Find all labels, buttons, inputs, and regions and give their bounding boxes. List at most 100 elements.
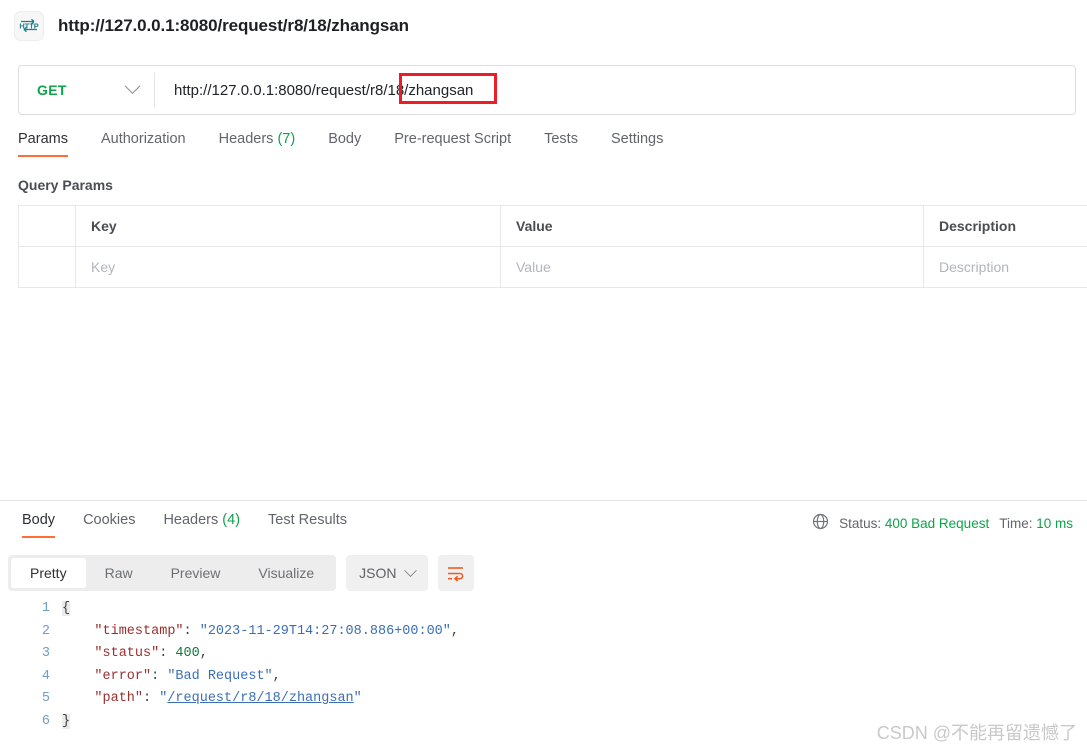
tab-pre-request-script[interactable]: Pre-request Script [394, 131, 528, 157]
code-token-num: 400 [175, 646, 200, 662]
code-line: "timestamp": "2023-11-29T14:27:08.886+00… [62, 621, 1087, 644]
page-title: http://127.0.0.1:8080/request/r8/18/zhan… [58, 16, 409, 35]
segment-label: Raw [104, 565, 133, 581]
url-input[interactable]: http://127.0.0.1:8080/request/r8/18/zhan… [155, 82, 1075, 99]
tab-label: Pre-request Script [394, 131, 512, 147]
code-token-str: "Bad Request" [167, 668, 273, 684]
code-token-key: "status" [94, 646, 160, 662]
column-header-description: Description [939, 218, 1017, 234]
code-token-punct: : [143, 691, 160, 707]
tab-params[interactable]: Params [18, 131, 85, 157]
tab-count-badge: (7) [277, 131, 296, 147]
view-mode-segmented-control: Pretty Raw Preview Visualize [8, 555, 337, 591]
globe-icon [812, 513, 829, 533]
line-number-gutter: 1 2 3 4 5 6 [0, 598, 62, 753]
column-header-select [19, 206, 76, 246]
code-line: { [62, 598, 1087, 621]
line-number: 3 [41, 646, 50, 662]
code-line: "status": 400, [62, 643, 1087, 666]
word-wrap-icon[interactable] [437, 555, 474, 591]
response-tab-bar: Body Cookies Headers (4) Test Results [8, 512, 361, 538]
response-divider [0, 500, 1087, 501]
segment-label: Visualize [258, 565, 315, 581]
code-token-str: "2023-11-29T14:27:08.886+00:00" [199, 623, 451, 639]
request-tab-bar: Params Authorization Headers (7) Body Pr… [18, 131, 696, 157]
code-token-punct: , [199, 646, 208, 662]
code-token-punct: , [450, 623, 459, 639]
code-token-punct: , [272, 668, 281, 684]
tab-label: Params [18, 131, 68, 147]
table-row: Key Value Description [19, 247, 1087, 288]
response-status-bar: Status: 400 Bad Request Time: 10 ms [812, 513, 1073, 533]
status-label: Status: [839, 515, 882, 531]
tab-headers[interactable]: Headers (7) [219, 131, 313, 157]
row-checkbox-cell[interactable] [19, 247, 76, 287]
format-label: JSON [359, 565, 397, 581]
response-tab-headers[interactable]: Headers (4) [149, 512, 254, 538]
view-visualize[interactable]: Visualize [239, 558, 333, 588]
code-token-key: "error" [94, 668, 152, 684]
response-body-toolbar: Pretty Raw Preview Visualize JSON [8, 555, 474, 591]
chevron-down-icon [403, 563, 417, 577]
column-header-key: Key [76, 206, 501, 246]
line-number: 1 [41, 601, 50, 616]
http-method-label: GET [37, 82, 67, 98]
code-token-key: "timestamp" [94, 623, 184, 639]
chevron-down-icon [124, 77, 141, 94]
table-header-row: Key Value Description [19, 206, 1087, 247]
tab-label: Settings [610, 131, 664, 147]
watermark: CSDN @不能再留遗憾了 [876, 723, 1077, 743]
query-params-heading: Query Params [18, 177, 113, 193]
code-token-link[interactable]: /request/r8/18/zhangsan [167, 691, 353, 706]
titlebar: HTTP http://127.0.0.1:8080/request/r8/18… [0, 0, 1087, 52]
response-tab-cookies[interactable]: Cookies [69, 512, 149, 538]
tab-label: Authorization [100, 131, 186, 147]
status-value: 400 Bad Request [884, 515, 990, 531]
line-number: 2 [41, 623, 50, 639]
svg-text:HTTP: HTTP [19, 21, 38, 30]
response-tab-body[interactable]: Body [8, 512, 69, 538]
time-badge[interactable]: Time: 10 ms [999, 516, 1073, 531]
tab-label: Test Results [268, 512, 348, 528]
time-label: Time: [999, 515, 1033, 531]
segment-label: Pretty [30, 565, 67, 581]
view-raw[interactable]: Raw [86, 558, 152, 588]
tab-label: Cookies [83, 512, 136, 528]
code-token-brace: } [62, 713, 71, 729]
code-line: "error": "Bad Request", [62, 666, 1087, 689]
tab-label: Headers [218, 131, 274, 147]
view-preview[interactable]: Preview [152, 558, 240, 588]
tab-label: Body [328, 131, 362, 147]
request-url-bar: GET http://127.0.0.1:8080/request/r8/18/… [18, 65, 1076, 115]
line-number: 4 [41, 668, 50, 684]
tab-label: Tests [544, 131, 578, 147]
code-token-brace: { [62, 601, 71, 616]
postman-window: HTTP http://127.0.0.1:8080/request/r8/18… [0, 0, 1087, 753]
param-value-input[interactable]: Value [501, 247, 924, 287]
param-description-input[interactable]: Description [924, 247, 1087, 287]
code-token-punct: : [151, 668, 168, 684]
code-token-punct: : [183, 623, 200, 639]
code-line: "path": "/request/r8/18/zhangsan" [62, 688, 1087, 711]
status-badge[interactable]: Status: 400 Bad Request [839, 516, 989, 531]
tab-body[interactable]: Body [328, 131, 378, 157]
line-number: 5 [41, 691, 50, 707]
tab-authorization[interactable]: Authorization [101, 131, 203, 157]
code-token-str: " [353, 691, 362, 707]
code-token-punct: : [159, 646, 176, 662]
tab-count-badge: (4) [222, 512, 241, 528]
http-method-select[interactable]: GET [19, 66, 154, 114]
param-key-input[interactable]: Key [76, 247, 501, 287]
view-pretty[interactable]: Pretty [11, 558, 86, 588]
http-icon: HTTP [14, 11, 44, 41]
tab-label: Body [22, 512, 56, 528]
query-params-table: Key Value Description Key Value Descript… [18, 205, 1087, 288]
time-value: 10 ms [1036, 515, 1073, 531]
line-number: 6 [41, 713, 50, 729]
column-header-value: Value [501, 206, 924, 246]
tab-settings[interactable]: Settings [611, 131, 680, 157]
format-select[interactable]: JSON [346, 555, 428, 591]
tab-tests[interactable]: Tests [544, 131, 595, 157]
response-tab-test-results[interactable]: Test Results [254, 512, 361, 538]
tab-label: Headers [163, 512, 219, 528]
